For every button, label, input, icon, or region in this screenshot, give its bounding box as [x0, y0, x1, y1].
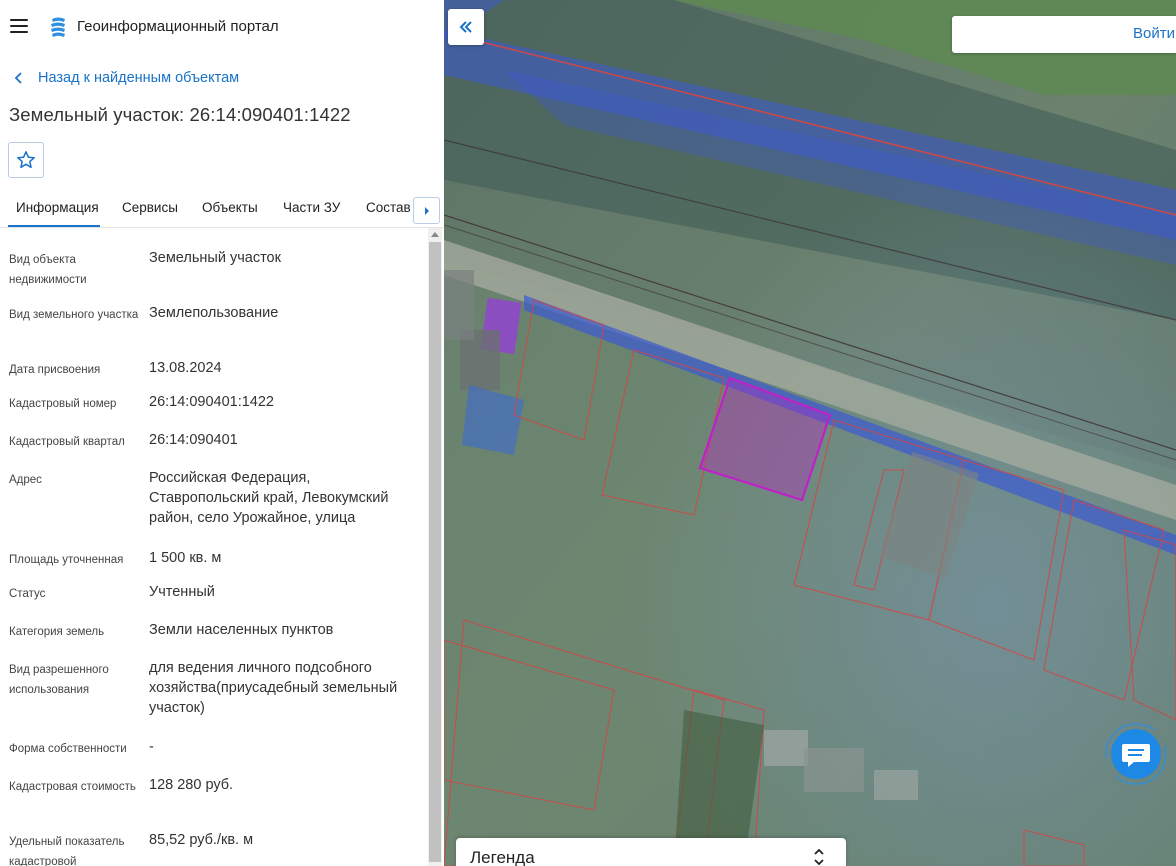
property-info-list: Вид объекта недвижимости Земельный участ…	[0, 240, 428, 866]
tab-information[interactable]: Информация	[16, 200, 99, 215]
info-label: Категория земель	[9, 626, 105, 638]
info-value: 26:14:090401	[149, 432, 238, 448]
legend-panel[interactable]: Легенда	[456, 838, 846, 866]
info-value: Земли населенных пунктов	[149, 622, 334, 638]
info-label: Дата присвоения	[9, 364, 101, 376]
back-link-label: Назад к найденным объектам	[38, 70, 240, 86]
info-scrollbar[interactable]	[428, 228, 442, 866]
favorite-button[interactable]	[8, 142, 44, 178]
building	[444, 270, 474, 340]
panel-header: Геоинформационный портал	[0, 0, 444, 54]
satellite-map-canvas[interactable]	[444, 0, 1176, 866]
info-value: Землепользование	[149, 305, 279, 321]
caret-right-icon	[424, 206, 429, 215]
info-value: Учтенный	[149, 584, 215, 600]
login-link[interactable]: Войти	[1133, 25, 1175, 42]
info-value: Земельный участок	[149, 250, 281, 266]
building	[764, 730, 808, 766]
info-value: 13.08.2024	[149, 360, 222, 376]
info-value: 26:14:090401:1422	[149, 394, 274, 410]
building	[874, 770, 918, 800]
tabs-scroll-right-button[interactable]	[413, 197, 440, 224]
map-view[interactable]	[444, 0, 1176, 866]
portal-logo-icon	[51, 17, 65, 37]
info-value: 1 500 кв. м	[149, 550, 222, 566]
double-chevron-left-icon	[459, 21, 472, 33]
tab-objects[interactable]: Объекты	[202, 200, 258, 215]
chat-bubble-icon	[1105, 723, 1167, 785]
portal-title: Геоинформационный портал	[77, 18, 279, 35]
tab-bar: Информация Сервисы Объекты Части ЗУ Сост…	[0, 192, 444, 228]
legend-title: Легенда	[470, 848, 535, 866]
star-outline-icon	[17, 151, 35, 169]
scroll-up-arrow-icon[interactable]	[431, 232, 439, 237]
info-label: Площадь уточненная	[9, 554, 124, 566]
back-to-results-link[interactable]: Назад к найденным объектам	[12, 68, 239, 88]
info-label: Вид земельного участка	[9, 309, 139, 321]
chevron-left-icon	[14, 72, 22, 84]
info-label: Форма собственности	[9, 743, 127, 755]
info-panel: Геоинформационный портал Назад к найденн…	[0, 0, 444, 866]
building	[804, 748, 864, 792]
info-label: Кадастровый квартал	[9, 436, 125, 448]
hamburger-icon[interactable]	[10, 19, 28, 33]
tab-services[interactable]: Сервисы	[122, 200, 178, 215]
info-value: 85,52 руб./кв. м	[149, 832, 254, 848]
scroll-thumb[interactable]	[429, 242, 441, 862]
tab-parcel-parts[interactable]: Части ЗУ	[283, 200, 340, 215]
info-label: Статус	[9, 588, 46, 600]
info-value: для ведения личного подсобного хозяйства…	[149, 660, 398, 716]
info-value: 128 280 руб.	[149, 777, 234, 793]
active-tab-indicator	[8, 225, 100, 227]
info-label: Вид разрешенного использования	[9, 664, 109, 696]
collapse-panel-button[interactable]	[448, 9, 484, 45]
info-label: Адрес	[9, 474, 42, 486]
tab-composition[interactable]: Состав	[366, 200, 412, 215]
info-label: Кадастровая стоимость	[9, 781, 136, 793]
info-label: Удельный показатель кадастровой	[9, 836, 125, 866]
info-label: Вид объекта недвижимости	[9, 254, 87, 286]
info-label: Кадастровый номер	[9, 398, 117, 410]
info-value: -	[149, 739, 154, 755]
chevron-up-down-icon[interactable]	[813, 848, 825, 866]
info-value: Российская Федерация, Ставропольский кра…	[149, 470, 389, 526]
chat-button[interactable]	[1104, 722, 1168, 786]
map-search-bar: Войти	[952, 16, 1176, 53]
map-search-input[interactable]	[952, 16, 1112, 53]
page-title: Земельный участок: 26:14:090401:1422	[9, 104, 351, 125]
